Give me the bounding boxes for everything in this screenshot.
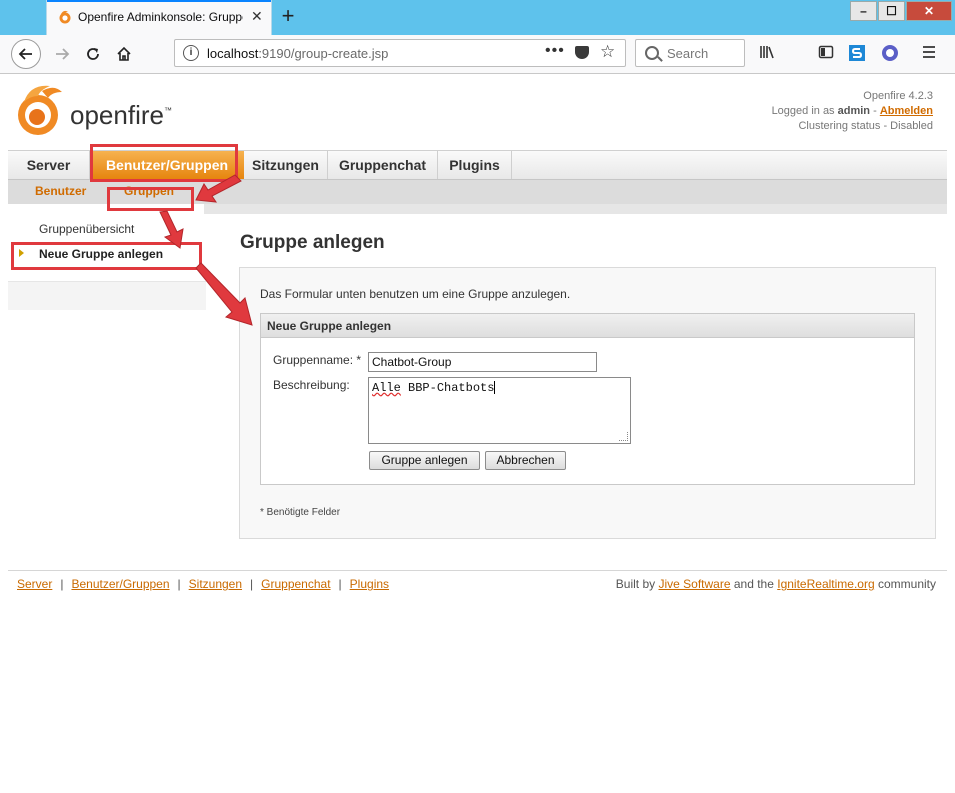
footer-link-sitzungen[interactable]: Sitzungen bbox=[189, 577, 242, 591]
back-arrow-icon bbox=[18, 48, 32, 60]
home-button[interactable] bbox=[110, 40, 138, 68]
logged-in-line: Logged in as admin - Abmelden bbox=[771, 105, 933, 117]
footer-link-benutzer-gruppen[interactable]: Benutzer/Gruppen bbox=[71, 577, 169, 591]
highlight-benutzer-gruppen-tab bbox=[90, 144, 238, 182]
tab-server[interactable]: Server bbox=[8, 151, 90, 179]
description-text: Alle BBP-Chatbots bbox=[372, 381, 494, 395]
new-tab-button[interactable]: + bbox=[277, 4, 299, 28]
library-icon[interactable] bbox=[758, 44, 776, 62]
extension-s-icon[interactable] bbox=[848, 44, 866, 62]
tab-plugins[interactable]: Plugins bbox=[438, 151, 512, 179]
openfire-favicon-icon bbox=[59, 10, 71, 24]
description-rest: BBP-Chatbots bbox=[400, 381, 495, 395]
page-actions-icon[interactable]: ••• bbox=[545, 42, 565, 60]
version-text: Openfire 4.2.3 bbox=[863, 90, 933, 102]
tab-active-indicator bbox=[47, 0, 271, 2]
jive-software-link[interactable]: Jive Software bbox=[658, 577, 730, 591]
sidebar-toggle-icon[interactable] bbox=[817, 44, 835, 62]
menu-hamburger-icon[interactable] bbox=[920, 44, 938, 62]
url-bar[interactable]: i localhost:9190/group-create.jsp ••• ☆ bbox=[174, 39, 626, 67]
url-host: localhost bbox=[207, 46, 259, 61]
browser-tab[interactable]: Openfire Adminkonsole: Gruppe ✕ bbox=[46, 0, 272, 35]
highlight-gruppen-subtab bbox=[107, 187, 194, 211]
footer-link-server[interactable]: Server bbox=[17, 577, 52, 591]
window-maximize-button[interactable]: ☐ bbox=[878, 1, 905, 21]
forward-button[interactable] bbox=[48, 40, 76, 68]
subtab-benutzer[interactable]: Benutzer bbox=[35, 184, 86, 198]
footer-divider bbox=[8, 570, 947, 571]
sidebar-footer bbox=[8, 281, 206, 310]
back-button[interactable] bbox=[11, 39, 41, 69]
bookmark-star-icon[interactable]: ☆ bbox=[600, 42, 615, 62]
reload-button[interactable] bbox=[79, 40, 107, 68]
site-info-icon[interactable]: i bbox=[183, 45, 199, 61]
group-name-label: Gruppenname: * bbox=[273, 353, 362, 367]
create-group-button[interactable]: Gruppe anlegen bbox=[369, 451, 480, 470]
required-fields-note: * Benötigte Felder bbox=[260, 507, 341, 518]
description-textarea[interactable]: Alle BBP-Chatbots bbox=[368, 377, 631, 444]
footer-link-plugins[interactable]: Plugins bbox=[350, 577, 389, 591]
cancel-button[interactable]: Abbrechen bbox=[485, 451, 566, 470]
url-text[interactable]: localhost:9190/group-create.jsp bbox=[207, 46, 388, 61]
footer-link-gruppenchat[interactable]: Gruppenchat bbox=[261, 577, 330, 591]
server-info: Openfire 4.2.3 Logged in as admin - Abme… bbox=[772, 89, 933, 134]
tab-sitzungen[interactable]: Sitzungen bbox=[244, 151, 328, 179]
tab-close-icon[interactable]: ✕ bbox=[251, 8, 263, 25]
footer-credits: Built by Jive Software and the IgniteRea… bbox=[615, 577, 936, 591]
search-icon bbox=[645, 46, 659, 60]
text-caret bbox=[494, 381, 496, 395]
search-placeholder: Search bbox=[667, 46, 709, 61]
highlight-neue-gruppe-item bbox=[11, 242, 202, 270]
description-misspelled-word: Alle bbox=[372, 381, 401, 395]
ignite-realtime-link[interactable]: IgniteRealtime.org bbox=[777, 577, 874, 591]
tab-gruppenchat[interactable]: Gruppenchat bbox=[328, 151, 438, 179]
home-icon bbox=[117, 46, 131, 61]
username: admin bbox=[837, 105, 871, 117]
group-name-input[interactable] bbox=[368, 352, 597, 372]
footer-links: Server | Benutzer/Gruppen | Sitzungen | Gruppe… bbox=[17, 577, 390, 591]
clustering-status: Clustering status - Disabled bbox=[798, 120, 933, 132]
forward-arrow-icon bbox=[56, 48, 70, 60]
pocket-icon[interactable] bbox=[575, 46, 589, 59]
window-close-button[interactable]: ✕ bbox=[906, 1, 952, 21]
reload-icon bbox=[87, 48, 99, 60]
openfire-logo-icon bbox=[18, 85, 62, 135]
page-title: Gruppe anlegen bbox=[240, 232, 385, 253]
window-minimize-button[interactable]: – bbox=[850, 1, 877, 21]
content-top-strip bbox=[204, 204, 947, 214]
description-label: Beschreibung: bbox=[273, 378, 350, 392]
url-path: :9190/group-create.jsp bbox=[258, 46, 389, 61]
intro-text: Das Formular unten benutzen um eine Grup… bbox=[260, 287, 571, 301]
search-bar[interactable]: Search bbox=[635, 39, 745, 67]
resize-grip-icon[interactable] bbox=[619, 432, 628, 441]
tab-title: Openfire Adminkonsole: Gruppe bbox=[78, 10, 243, 24]
form-title: Neue Gruppe anlegen bbox=[261, 314, 914, 338]
openfire-logo-text: openfire™ bbox=[70, 100, 172, 130]
extension-wa-icon[interactable] bbox=[881, 44, 899, 62]
logout-link[interactable]: Abmelden bbox=[880, 105, 933, 117]
sidebar-item-gruppenuebersicht[interactable]: Gruppenübersicht bbox=[39, 222, 134, 236]
